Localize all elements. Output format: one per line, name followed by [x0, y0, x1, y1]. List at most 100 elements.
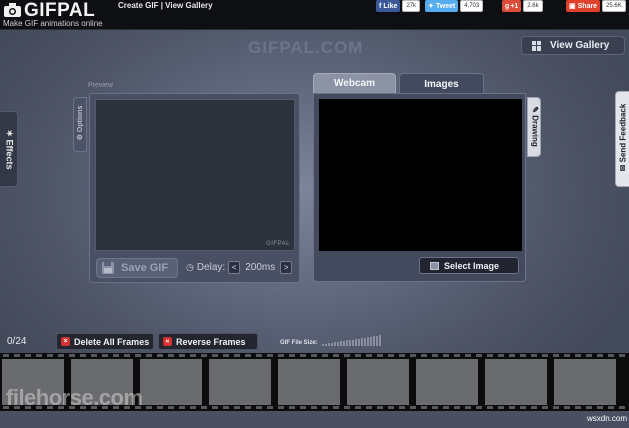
- sprocket-hole: [608, 354, 614, 357]
- sprocket-hole: [91, 354, 97, 357]
- meter-bar: [337, 341, 339, 346]
- gplus-one[interactable]: g +1 2.6k: [502, 0, 543, 12]
- tab-webcam[interactable]: Webcam: [313, 73, 396, 94]
- image-icon: [430, 261, 439, 270]
- drawing-tab[interactable]: ✎ Drawing: [527, 97, 541, 157]
- reverse-frames-button[interactable]: « Reverse Frames: [158, 333, 258, 350]
- send-feedback-tab[interactable]: ✉ Send Feedback: [615, 91, 629, 187]
- sprocket-hole: [179, 354, 185, 357]
- frame-slot[interactable]: [278, 359, 340, 405]
- frame-slot[interactable]: [554, 359, 616, 405]
- meter-bar: [379, 335, 381, 346]
- facebook-like-button[interactable]: f Like: [376, 0, 401, 12]
- meter-bar: [373, 336, 375, 346]
- sprocket-hole: [377, 354, 383, 357]
- sprocket-hole: [520, 406, 526, 409]
- sprocket-hole: [201, 354, 207, 357]
- nav-view-gallery[interactable]: View Gallery: [165, 1, 212, 10]
- meter-bar: [331, 342, 333, 346]
- sprocket-hole: [278, 354, 284, 357]
- sprocket-hole: [531, 406, 537, 409]
- twitter-tweet[interactable]: ✦ Tweet 4,703: [425, 0, 484, 12]
- sprocket-hole: [190, 354, 196, 357]
- bottom-strip: [0, 411, 629, 428]
- tweet-button[interactable]: ✦ Tweet: [425, 0, 459, 12]
- meter-bar: [358, 338, 360, 346]
- gplus-button[interactable]: g +1: [502, 0, 522, 12]
- sprocket-hole: [344, 354, 350, 357]
- gif-file-size-label: GIF File Size:: [280, 340, 318, 346]
- sprocket-hole: [454, 406, 460, 409]
- sprocket-hole: [113, 354, 119, 357]
- sprocket-hole: [487, 406, 493, 409]
- gplus-icon: g: [505, 2, 510, 10]
- share-label: Share: [577, 2, 598, 10]
- share[interactable]: ▣ Share 25.6K: [566, 0, 626, 12]
- sprocket-hole: [575, 354, 581, 357]
- preview-label: Preview: [88, 82, 113, 89]
- frame-slot[interactable]: [416, 359, 478, 405]
- effects-tab[interactable]: ✶ Effects: [0, 111, 18, 187]
- meter-bar: [376, 335, 378, 346]
- drawing-label-text: Drawing: [530, 115, 540, 147]
- facebook-like-label: Like: [383, 2, 398, 10]
- nav-create-gif[interactable]: Create GIF: [118, 1, 158, 10]
- gplus-count: 2.6k: [523, 0, 543, 12]
- options-tab-label: ⚙ Options: [76, 98, 84, 148]
- share-button[interactable]: ▣ Share: [566, 0, 601, 12]
- filehorse-watermark: filehorse.com: [6, 385, 143, 410]
- options-tab[interactable]: ⚙ Options: [73, 97, 87, 152]
- preview-watermark: GIFPAL: [266, 241, 290, 247]
- sprocket-hole: [454, 354, 460, 357]
- filmstrip-sprockets-top: [0, 354, 629, 358]
- frame-slot[interactable]: [485, 359, 547, 405]
- save-gif-button[interactable]: Save GIF: [96, 258, 178, 278]
- drawing-tab-label: ✎ Drawing: [531, 101, 540, 153]
- sprocket-hole: [421, 354, 427, 357]
- grid-icon: [532, 40, 542, 51]
- sprocket-hole: [542, 354, 548, 357]
- sprocket-hole: [366, 354, 372, 357]
- sprocket-hole: [564, 406, 570, 409]
- frame-slot[interactable]: [347, 359, 409, 405]
- select-image-button[interactable]: Select Image: [419, 257, 519, 274]
- sprocket-hole: [234, 406, 240, 409]
- sprocket-hole: [355, 406, 361, 409]
- gear-icon: ⚙: [77, 134, 84, 141]
- delay-increase-button[interactable]: >: [280, 261, 293, 274]
- sprocket-hole: [586, 406, 592, 409]
- view-gallery-button[interactable]: View Gallery: [521, 36, 625, 55]
- tab-images[interactable]: Images: [399, 73, 484, 95]
- tweet-label: Tweet: [435, 2, 456, 10]
- sprocket-hole: [531, 354, 537, 357]
- effects-tab-label: ✶ Effects: [4, 120, 15, 180]
- delete-all-frames-button[interactable]: × Delete All Frames: [56, 333, 154, 350]
- sprocket-hole: [47, 354, 53, 357]
- sprocket-hole: [432, 354, 438, 357]
- twitter-icon: ✦: [428, 3, 434, 10]
- view-gallery-label: View Gallery: [550, 40, 610, 51]
- facebook-like[interactable]: f Like 27k: [376, 0, 421, 12]
- sprocket-hole: [245, 354, 251, 357]
- sprocket-hole: [476, 354, 482, 357]
- delay-label: Delay:: [196, 262, 226, 273]
- sprocket-hole: [300, 406, 306, 409]
- app-canvas: GIFPAL Make GIF animations online Create…: [0, 0, 629, 428]
- sprocket-hole: [212, 406, 218, 409]
- delay-value: 200ms: [245, 262, 276, 273]
- gplus-label: +1: [510, 2, 519, 10]
- sprocket-hole: [487, 354, 493, 357]
- send-feedback-label: ✉ Send Feedback: [619, 98, 628, 178]
- sprocket-hole: [289, 406, 295, 409]
- delay-decrease-button[interactable]: <: [228, 261, 241, 274]
- meter-bar: [343, 340, 345, 346]
- site-watermark: GIFPAL.COM: [248, 38, 364, 57]
- sprocket-hole: [223, 354, 229, 357]
- frame-slot[interactable]: [140, 359, 202, 405]
- sprocket-hole: [564, 354, 570, 357]
- frame-slot[interactable]: [209, 359, 271, 405]
- sprocket-hole: [476, 406, 482, 409]
- delay-control: ◷ Delay: < 200ms >: [186, 261, 293, 274]
- sprocket-hole: [520, 354, 526, 357]
- sprocket-hole: [311, 406, 317, 409]
